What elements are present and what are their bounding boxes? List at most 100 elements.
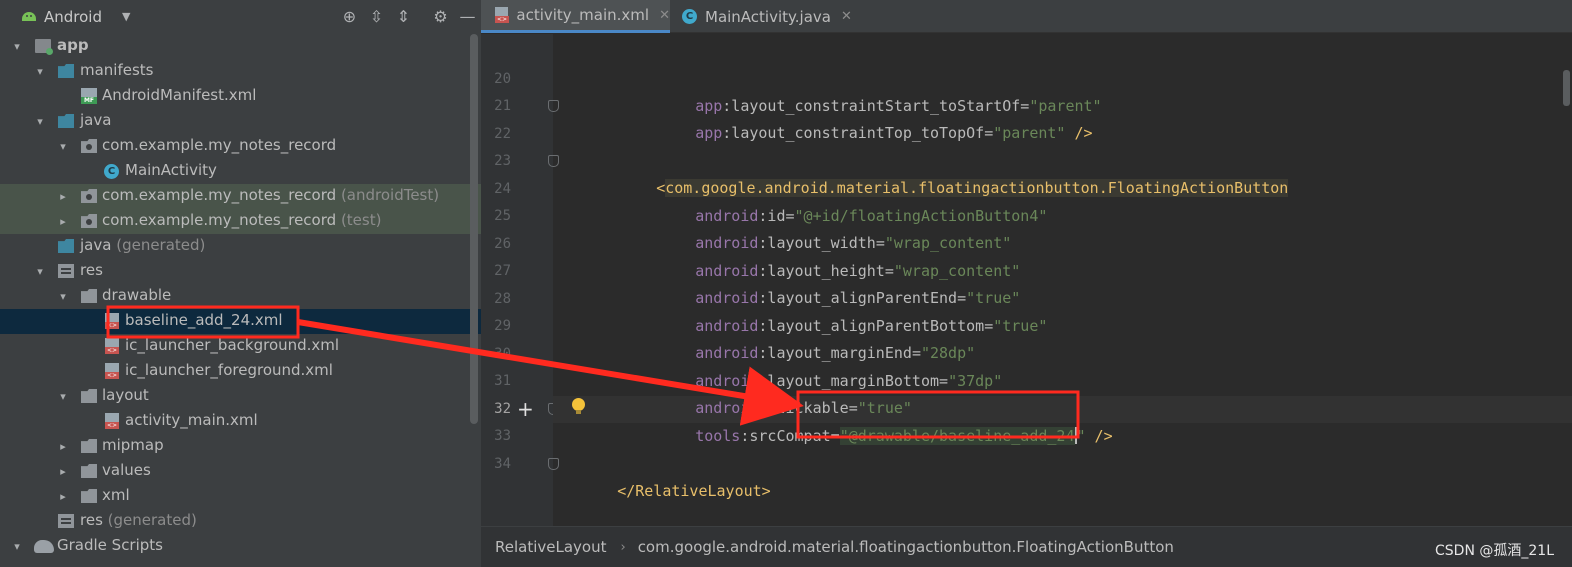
project-panel-scrollbar[interactable] [470,34,478,424]
chevron-right-icon[interactable]: ▸ [57,484,69,509]
xml-file-icon [105,313,119,329]
target-icon[interactable]: ⊕ [336,7,363,26]
tree-item-res-generated[interactable]: res (generated) [0,509,481,534]
close-icon[interactable]: ✕ [841,9,852,24]
editor-scrollbar[interactable] [1563,70,1570,106]
xml-file-icon [105,363,119,379]
breadcrumb-item[interactable]: RelativeLayout [495,538,606,556]
gear-icon[interactable]: ⚙ [427,7,454,26]
collapse-all-icon[interactable]: ⇕ [390,7,417,26]
tree-item-layout[interactable]: ▾ layout [0,384,481,409]
package-icon [81,214,97,228]
tree-item-label: xml [102,486,130,504]
tree-item-package[interactable]: ▾ com.example.my_notes_record [0,134,481,159]
chevron-down-icon[interactable]: ▾ [11,534,23,559]
folder-icon [81,489,97,503]
tree-item-res[interactable]: ▾ res [0,259,481,284]
expand-all-icon[interactable]: ⇳ [363,7,390,26]
code-line-25: android:layout_width="wrap_content" [695,234,1012,252]
tree-item-mipmap[interactable]: ▸ mipmap [0,434,481,459]
xml-file-icon [105,338,119,354]
tree-item-androidmanifest[interactable]: AndroidManifest.xml [0,84,481,109]
tree-item-package-test[interactable]: ▸ com.example.my_notes_record (test) [0,209,481,234]
tree-item-ic-launcher-foreground[interactable]: ic_launcher_foreground.xml [0,359,481,384]
chevron-down-icon[interactable]: ▾ [57,134,69,159]
tree-item-label: baseline_add_24.xml [125,311,283,329]
chevron-down-icon[interactable]: ▼ [122,10,130,23]
project-panel: Android ▼ ⊕ ⇳ ⇕ ⚙ — ▾ app ▾ manifests An… [0,0,481,567]
xml-file-icon [495,7,510,23]
tree-item-mainactivity[interactable]: MainActivity [0,159,481,184]
chevron-down-icon[interactable]: ▾ [11,34,23,59]
code-line-26: android:layout_height="wrap_content" [695,262,1021,280]
chevron-right-icon[interactable]: ▸ [57,184,69,209]
chevron-down-icon[interactable]: ▾ [34,109,46,134]
tree-item-label: activity_main.xml [125,411,258,429]
tree-item-label: com.example.my_notes_record (test) [102,211,382,229]
folder-icon [81,289,97,303]
module-icon [35,39,53,55]
code-line-23: <com.google.android.material.floatingact… [656,179,1289,197]
tree-item-label: Gradle Scripts [57,536,163,554]
tree-item-label: layout [102,386,149,404]
tree-item-label: mipmap [102,436,164,454]
code-area[interactable]: app:layout_constraintStart_toStartOf="pa… [481,34,1572,526]
tree-item-drawable[interactable]: ▾ drawable [0,284,481,309]
code-line-29: android:layout_marginEnd="28dp" [695,344,976,362]
chevron-down-icon[interactable]: ▾ [57,284,69,309]
code-line-21: app:layout_constraintTop_toTopOf="parent… [695,124,1093,142]
minimize-icon[interactable]: — [454,7,481,26]
tree-item-baseline-add-24[interactable]: baseline_add_24.xml [0,309,481,334]
breadcrumb-item[interactable]: com.google.android.material.floatingacti… [638,538,1174,556]
chevron-down-icon[interactable]: ▾ [34,59,46,84]
chevron-down-icon[interactable]: ▾ [57,384,69,409]
tree-item-label: res (generated) [80,511,197,529]
lightbulb-icon[interactable] [572,398,585,414]
tree-item-values[interactable]: ▸ values [0,459,481,484]
manifest-file-icon [81,88,97,104]
chevron-down-icon[interactable]: ▾ [34,259,46,284]
tree-item-java[interactable]: ▾ java [0,109,481,134]
code-line-31: android:clickable="true" [695,399,912,417]
gradle-elephant-icon [34,540,54,553]
package-icon [81,189,97,203]
tree-item-xml[interactable]: ▸ xml [0,484,481,509]
chevron-right-icon[interactable]: ▸ [57,459,69,484]
editor-tab-bar: activity_main.xml ✕ MainActivity.java ✕ [481,0,1572,33]
code-line-20: app:layout_constraintStart_toStartOf="pa… [695,97,1102,115]
tree-item-app[interactable]: ▾ app [0,34,481,59]
java-class-icon [104,164,119,179]
code-line-28: android:layout_alignParentBottom="true" [695,317,1048,335]
project-panel-header: Android ▼ ⊕ ⇳ ⇕ ⚙ — [0,0,481,33]
tree-item-label: drawable [102,286,172,304]
tree-item-gradle-scripts[interactable]: ▾ Gradle Scripts [0,534,481,559]
tab-mainactivity[interactable]: MainActivity.java ✕ [670,0,860,33]
chevron-right-icon[interactable]: ▸ [57,434,69,459]
tree-item-label: com.example.my_notes_record [102,136,337,154]
tree-item-label: java (generated) [80,236,206,254]
android-icon [22,12,36,21]
xml-file-icon [105,413,119,429]
tree-item-java-generated[interactable]: java (generated) [0,234,481,259]
view-selector[interactable]: Android ▼ [22,8,130,26]
tree-item-package-androidtest[interactable]: ▸ com.example.my_notes_record (androidTe… [0,184,481,209]
folder-icon [81,464,97,478]
tree-item-manifests[interactable]: ▾ manifests [0,59,481,84]
resources-folder-icon [58,264,74,278]
tree-item-label: app [57,36,89,54]
code-line-34: </RelativeLayout> [617,482,771,500]
folder-icon [58,114,74,128]
tree-item-ic-launcher-background[interactable]: ic_launcher_background.xml [0,334,481,359]
tab-label: MainActivity.java [705,7,831,26]
tree-item-activity-main[interactable]: activity_main.xml [0,409,481,434]
chevron-right-icon[interactable]: ▸ [57,209,69,234]
folder-icon [81,389,97,403]
package-icon [81,139,97,153]
folder-icon [58,64,74,78]
tab-label: activity_main.xml [516,6,650,24]
close-icon[interactable]: ✕ [659,8,670,23]
tab-activity-main[interactable]: activity_main.xml ✕ [481,0,670,33]
tree-item-label: com.example.my_notes_record (androidTest… [102,186,440,204]
code-line-30: android:layout_marginBottom="37dp" [695,372,1003,390]
resources-folder-icon [58,514,74,528]
